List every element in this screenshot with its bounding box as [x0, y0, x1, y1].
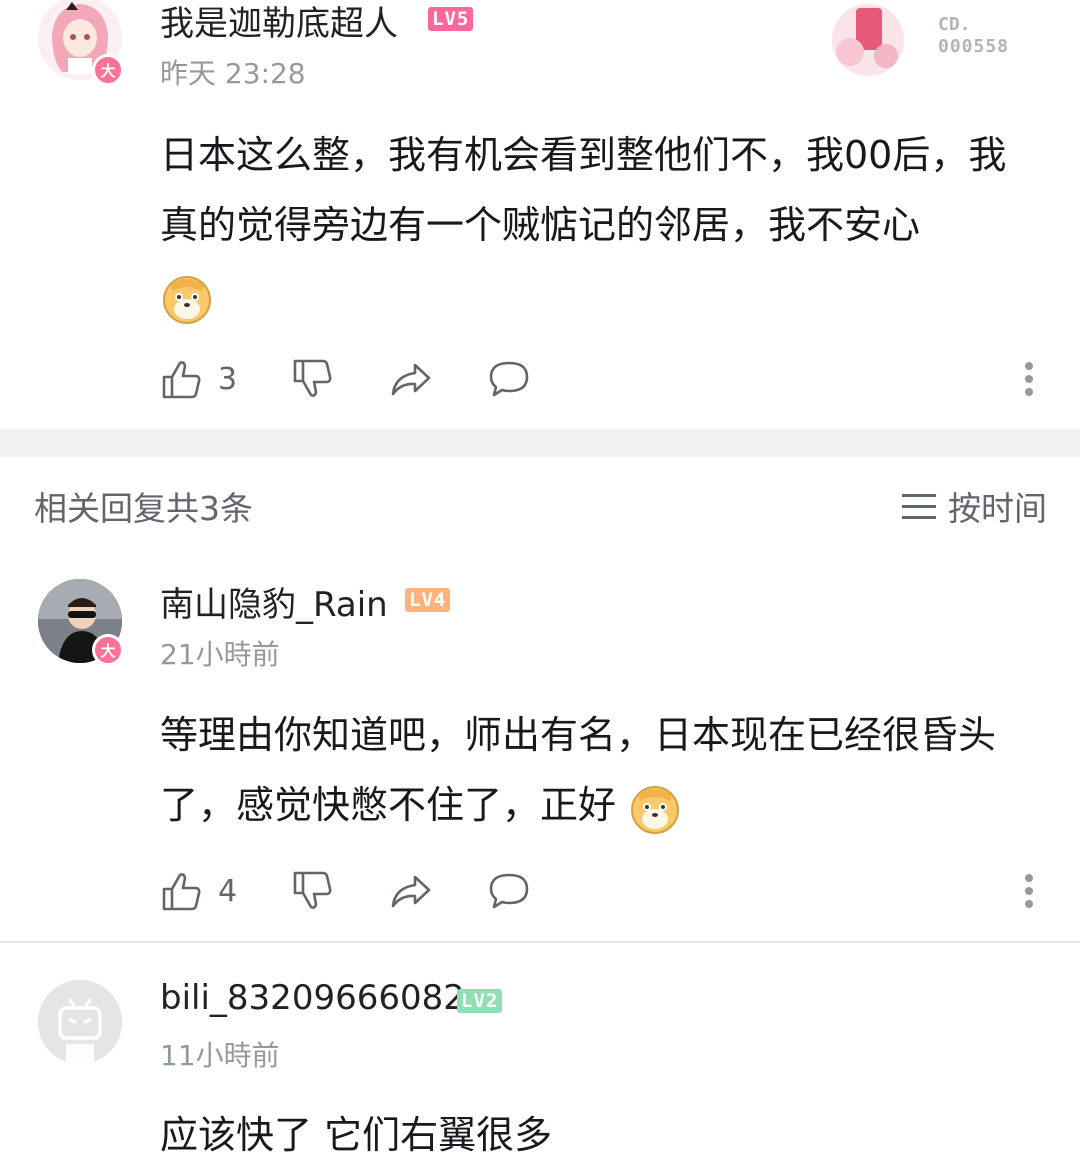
like-count: 3: [218, 361, 238, 397]
reply-button[interactable]: [487, 357, 531, 401]
share-button[interactable]: [389, 357, 433, 401]
reply-text-body: 等理由你知道吧，师出有名，日本现在已经很昏头了，感觉快憋不住了，正好: [160, 713, 997, 827]
reply-divider: [0, 941, 1080, 943]
reply-username[interactable]: bili_83209666082: [160, 978, 465, 1018]
level-badge-lv2: LV2: [457, 989, 503, 1013]
comment-bubble-icon: [489, 873, 529, 909]
doge-emoji-icon: [628, 781, 682, 835]
reply-text: 应该快了 它们右翼很多: [160, 1100, 1040, 1170]
sort-list-icon: [902, 494, 936, 519]
sort-button[interactable]: 按时间: [902, 482, 1047, 530]
thumbs-up-icon: [162, 873, 201, 911]
vip-badge: 大: [92, 54, 124, 86]
like-button[interactable]: 4: [160, 869, 237, 913]
reply-time: 21小時前: [160, 638, 280, 671]
reply-time: 11小時前: [160, 1039, 280, 1072]
more-options-button[interactable]: [1024, 869, 1034, 913]
replies-count: 相关回复共3条: [34, 489, 253, 528]
level-badge-lv5: LV5: [428, 7, 474, 31]
doge-emoji-icon: [160, 271, 214, 325]
main-comment-actions: 3: [160, 354, 531, 404]
reply-text-body: 应该快了 它们右翼很多: [160, 1113, 553, 1157]
reply-actions: 4: [160, 866, 531, 916]
decoration-label: CD.: [938, 14, 971, 35]
sort-label: 按时间: [948, 489, 1047, 528]
thumbs-up-icon: [162, 361, 201, 399]
reply-avatar-default[interactable]: [38, 980, 122, 1064]
thumbs-down-icon: [293, 871, 332, 909]
main-comment-text-body: 日本这么整，我有机会看到整他们不，我00后，我真的觉得旁边有一个贼惦记的邻居，我…: [160, 133, 1007, 247]
reply-username[interactable]: 南山隐豹_Rain: [160, 577, 388, 626]
like-count: 4: [218, 873, 238, 909]
share-button[interactable]: [389, 869, 433, 913]
main-comment-username[interactable]: 我是迦勒底超人: [160, 0, 398, 45]
dislike-button[interactable]: [291, 357, 335, 401]
vip-badge: 大: [92, 634, 124, 666]
main-comment-text: 日本这么整，我有机会看到整他们不，我00后，我真的觉得旁边有一个贼惦记的邻居，我…: [160, 120, 1040, 330]
reply-button[interactable]: [487, 869, 531, 913]
bilibili-tv-icon: [38, 980, 122, 1064]
level-badge-lv4: LV4: [405, 588, 451, 612]
main-comment-time: 昨天 23:28: [160, 57, 306, 90]
more-options-button[interactable]: [1024, 357, 1034, 401]
thumbs-down-icon: [293, 359, 332, 397]
decoration-number: 000558: [938, 36, 1010, 57]
like-button[interactable]: 3: [160, 357, 237, 401]
share-icon: [391, 875, 431, 908]
share-icon: [391, 363, 431, 396]
decoration-figure-icon: [832, 4, 904, 76]
section-separator: [0, 429, 1080, 457]
reply-text: 等理由你知道吧，师出有名，日本现在已经很昏头了，感觉快憋不住了，正好: [160, 700, 1040, 840]
dislike-button[interactable]: [291, 869, 335, 913]
decoration-card[interactable]: CD. 000558: [826, 0, 1026, 80]
comment-bubble-icon: [489, 361, 529, 397]
